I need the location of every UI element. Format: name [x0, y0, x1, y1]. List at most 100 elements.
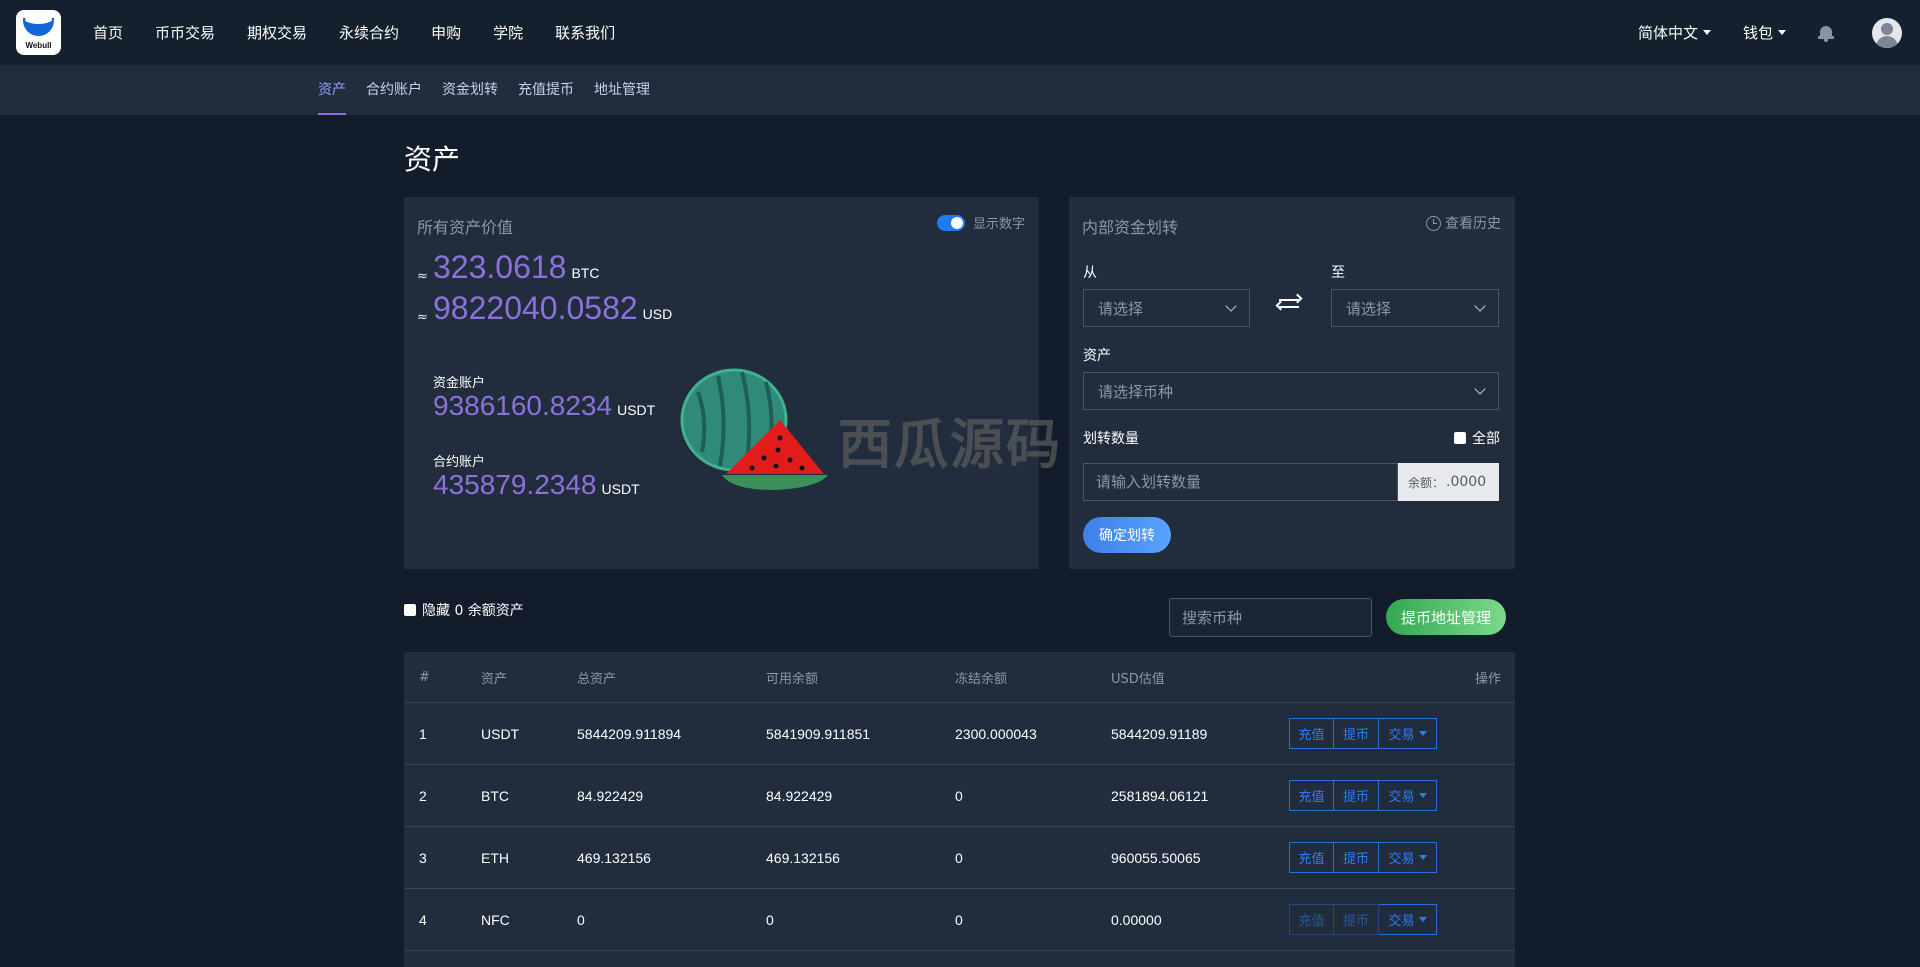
trade-dropdown-button[interactable]: 交易	[1379, 780, 1437, 811]
caret-down-icon	[1418, 731, 1427, 736]
contract-account-label: 合约账户	[433, 455, 486, 470]
caret-down-icon	[1778, 30, 1786, 35]
watermark-text: 西瓜源码	[838, 413, 1062, 476]
row-total: 84.922429	[577, 787, 644, 804]
row-usd: 2581894.06121	[1111, 787, 1209, 804]
trade-label: 交易	[1388, 790, 1415, 805]
trade-dropdown-button[interactable]: 交易	[1379, 904, 1437, 935]
show-numbers-toggle[interactable]: 显示数字	[936, 213, 1025, 232]
checkbox-icon[interactable]	[1454, 432, 1466, 444]
withdraw-button[interactable]: 提币	[1334, 842, 1379, 873]
approx-symbol: ≈	[417, 269, 428, 284]
withdraw-button[interactable]: 提币	[1334, 904, 1379, 935]
from-placeholder: 请选择	[1098, 299, 1144, 318]
toggle-switch[interactable]	[936, 214, 965, 231]
row-index: 1	[419, 725, 427, 742]
avatar[interactable]	[1872, 17, 1902, 48]
from-select[interactable]: 请选择	[1083, 289, 1250, 327]
history-label: 查看历史	[1445, 216, 1501, 232]
contract-account-unit: USDT	[601, 481, 640, 497]
wallet-dropdown[interactable]: 钱包	[1743, 22, 1786, 43]
table-header: # 资产 总资产 可用余额 冻结余额 USD估值 操作	[404, 652, 1515, 703]
fund-account-amount: 9386160.8234	[433, 390, 613, 421]
all-label: 全部	[1472, 431, 1500, 447]
row-available: 5841909.911851	[766, 725, 871, 742]
hide-zero-balance-checkbox[interactable]: 隐藏 0 余额资产	[404, 600, 524, 620]
deposit-button[interactable]: 充值	[1289, 904, 1334, 935]
view-history-link[interactable]: 查看历史	[1426, 213, 1501, 233]
contract-account-value: 435879.2348 USDT	[433, 469, 640, 501]
withdraw-button[interactable]: 提币	[1334, 780, 1379, 811]
search-coin-input[interactable]	[1169, 598, 1372, 637]
trade-dropdown-button[interactable]: 交易	[1379, 842, 1437, 873]
select-all-checkbox[interactable]: 全部	[1454, 428, 1500, 448]
menu-item-home[interactable]: 首页	[93, 22, 123, 43]
deposit-button[interactable]: 充值	[1289, 780, 1334, 811]
to-select[interactable]: 请选择	[1331, 289, 1499, 327]
subnav-item-address-management[interactable]: 地址管理	[594, 65, 650, 115]
menu-item-spot-trading[interactable]: 币币交易	[155, 22, 215, 43]
menu-item-academy[interactable]: 学院	[493, 22, 523, 43]
hide-zero-label: 隐藏 0 余额资产	[422, 603, 524, 619]
btc-unit: BTC	[571, 265, 600, 281]
asset-label: 资产	[1083, 348, 1111, 364]
deposit-button[interactable]: 充值	[1289, 842, 1334, 873]
chevron-down-icon	[1225, 300, 1237, 312]
menu-item-options[interactable]: 期权交易	[247, 22, 307, 43]
row-total: 0	[577, 911, 585, 928]
row-frozen: 0	[955, 849, 963, 866]
balance-label: 余额：	[1408, 475, 1445, 490]
row-actions: 充值 提币 交易	[1289, 904, 1437, 935]
swap-icon[interactable]	[1275, 293, 1303, 313]
clock-icon	[1426, 215, 1441, 231]
fund-account-unit: USDT	[617, 402, 656, 418]
trade-dropdown-button[interactable]: 交易	[1379, 718, 1437, 749]
amount-input[interactable]	[1083, 463, 1398, 501]
subnav-item-deposit-withdraw[interactable]: 充值提币	[518, 65, 574, 115]
row-asset: USDT	[481, 725, 520, 742]
row-actions: 充值 提币 交易	[1289, 780, 1437, 811]
subnav-item-fund-transfer[interactable]: 资金划转	[442, 65, 498, 115]
table-row-partial	[404, 951, 1515, 967]
header-index: #	[419, 670, 430, 685]
withdraw-button[interactable]: 提币	[1334, 718, 1379, 749]
logo[interactable]: Webull	[16, 10, 61, 55]
deposit-button[interactable]: 充值	[1289, 718, 1334, 749]
trade-label: 交易	[1388, 852, 1415, 867]
chevron-down-icon	[1474, 383, 1486, 395]
toggle-label: 显示数字	[972, 217, 1025, 232]
row-asset: ETH	[481, 849, 509, 866]
subnav-item-contract-account[interactable]: 合约账户	[366, 65, 422, 115]
top-nav: Webull 首页 币币交易 期权交易 永续合约 申购 学院 联系我们 简体中文…	[0, 0, 1920, 65]
row-index: 3	[419, 849, 427, 866]
header-available: 可用余额	[766, 672, 819, 687]
menu-item-perpetual[interactable]: 永续合约	[339, 22, 399, 43]
table-row: 3 ETH 469.132156 469.132156 0 960055.500…	[404, 827, 1515, 889]
btc-total-value: 323.0618 BTC	[433, 249, 599, 286]
logo-mark	[23, 15, 54, 36]
menu-item-subscribe[interactable]: 申购	[431, 22, 461, 43]
transfer-panel-title: 内部资金划转	[1082, 218, 1179, 237]
wallet-label: 钱包	[1742, 24, 1773, 42]
checkbox-icon[interactable]	[404, 604, 416, 616]
bell-icon[interactable]	[1818, 24, 1834, 42]
caret-down-icon	[1418, 855, 1427, 860]
header-operation: 操作	[1474, 672, 1501, 687]
table-row: 4 NFC 0 0 0 0.00000 充值 提币 交易	[404, 889, 1515, 951]
page-title: 资产	[404, 143, 461, 176]
watermark: 西瓜源码	[668, 362, 1078, 497]
usd-unit: USD	[642, 306, 673, 322]
menu-item-contact[interactable]: 联系我们	[555, 22, 615, 43]
row-frozen: 2300.000043	[955, 725, 1037, 742]
main-menu: 首页 币币交易 期权交易 永续合约 申购 学院 联系我们	[93, 22, 647, 43]
row-frozen: 0	[955, 787, 963, 804]
row-usd: 960055.50065	[1111, 849, 1201, 866]
assets-table: # 资产 总资产 可用余额 冻结余额 USD估值 操作 1 USDT 58442…	[404, 652, 1515, 967]
language-dropdown[interactable]: 简体中文	[1638, 22, 1711, 43]
top-right-controls: 简体中文 钱包	[1638, 0, 1920, 65]
asset-select[interactable]: 请选择币种	[1083, 372, 1499, 410]
balance-value: .0000	[1446, 474, 1487, 490]
confirm-transfer-button[interactable]: 确定划转	[1083, 517, 1171, 553]
subnav-item-assets[interactable]: 资产	[318, 65, 346, 115]
withdraw-address-management-button[interactable]: 提币地址管理	[1386, 599, 1506, 635]
